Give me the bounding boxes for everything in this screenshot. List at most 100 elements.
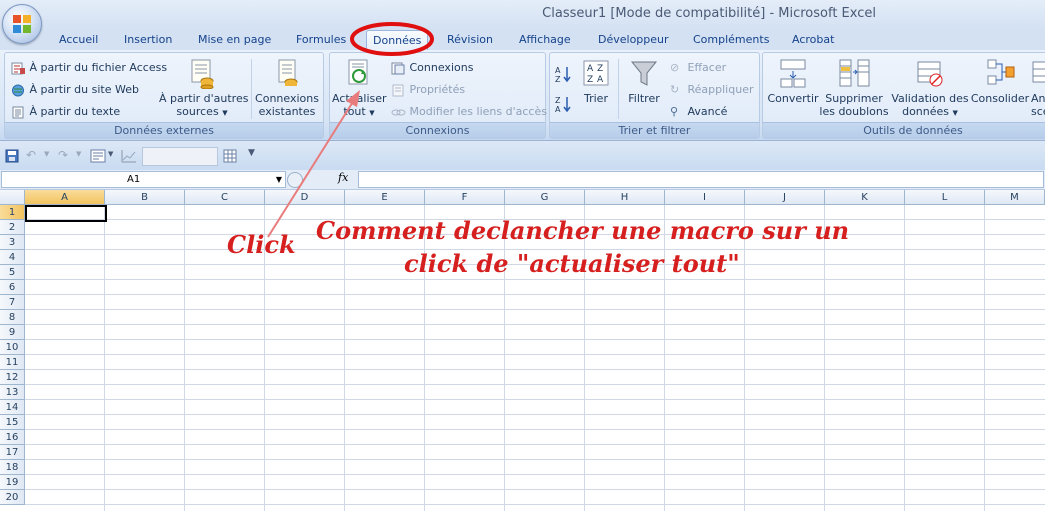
connections-button[interactable]: Connexions [391, 61, 473, 75]
text-to-columns-button[interactable]: Convertir [767, 57, 819, 105]
dropdown-arrow-icon[interactable]: ▼ [44, 150, 49, 158]
chart-icon[interactable] [121, 149, 137, 163]
svg-text:Z: Z [555, 96, 561, 105]
name-box[interactable]: A1 ▼ [1, 171, 286, 188]
web-icon [12, 84, 24, 96]
formula-input[interactable] [358, 171, 1044, 188]
sort-az-icon[interactable]: AZ [554, 65, 572, 83]
clear-filter-button[interactable]: ⊘ Effacer [670, 61, 726, 74]
column-header[interactable]: B [105, 190, 185, 205]
from-access-button[interactable]: À partir du fichier Access [11, 61, 167, 75]
separator [618, 59, 619, 119]
tab-revision[interactable]: Révision [447, 33, 493, 46]
row-header[interactable]: 12 [0, 370, 25, 385]
sort-button[interactable]: AZZA Trier [576, 59, 616, 105]
from-text-button[interactable]: À partir du texte [11, 105, 120, 119]
row-header[interactable]: 3 [0, 235, 25, 250]
row-header[interactable]: 11 [0, 355, 25, 370]
group-label-sort: Trier et filtrer [550, 122, 759, 138]
row-header[interactable]: 20 [0, 490, 25, 505]
data-validation-icon [917, 61, 943, 87]
what-if-analysis-button[interactable]: An sce [1031, 57, 1045, 118]
from-web-button[interactable]: À partir du site Web [11, 83, 139, 97]
table-icon[interactable] [223, 149, 237, 163]
svg-text:Z: Z [555, 75, 561, 83]
redo-icon[interactable]: ↷ [58, 148, 68, 162]
dropdown-arrow-icon[interactable]: ▼ [76, 150, 81, 158]
reapply-icon: ↻ [670, 83, 680, 96]
advanced-filter-button[interactable]: ⚲ Avancé [670, 105, 727, 118]
filter-label: Filtrer [628, 92, 660, 105]
tab-insertion[interactable]: Insertion [124, 33, 172, 46]
row-header[interactable]: 17 [0, 445, 25, 460]
active-cell-a1[interactable] [25, 205, 107, 222]
column-header[interactable]: K [825, 190, 905, 205]
save-icon[interactable] [5, 149, 19, 163]
tab-mise-en-page[interactable]: Mise en page [198, 33, 271, 46]
reapply-filter-button[interactable]: ↻ Réappliquer [670, 83, 753, 96]
column-header[interactable]: M [985, 190, 1045, 205]
edit-links-label: Modifier les liens d'accès [409, 105, 547, 118]
properties-icon [392, 84, 404, 96]
properties-button[interactable]: Propriétés [391, 83, 465, 97]
tab-developpeur[interactable]: Développeur [598, 33, 669, 46]
row-header[interactable]: 8 [0, 310, 25, 325]
data-validation-button[interactable]: Validation des données ▼ [891, 57, 969, 120]
reapply-label: Réappliquer [687, 83, 754, 96]
row-header[interactable]: 13 [0, 385, 25, 400]
svg-text:A: A [555, 105, 561, 113]
row-header[interactable]: 6 [0, 280, 25, 295]
column-header[interactable]: F [425, 190, 505, 205]
svg-text:A: A [597, 75, 604, 85]
row-header[interactable]: 18 [0, 460, 25, 475]
what-if-label-1: An [1031, 92, 1045, 105]
tab-formules[interactable]: Formules [296, 33, 346, 46]
column-header[interactable]: C [185, 190, 265, 205]
row-header[interactable]: 1 [0, 205, 25, 220]
row-header[interactable]: 16 [0, 430, 25, 445]
dropdown-arrow-icon[interactable]: ▼ [108, 150, 113, 158]
edit-links-button[interactable]: Modifier les liens d'accès [391, 105, 547, 119]
column-header[interactable]: A [25, 190, 105, 205]
column-header[interactable]: H [585, 190, 665, 205]
row-header[interactable]: 4 [0, 250, 25, 265]
title-bar: Classeur1 [Mode de compatibilité] - Micr… [0, 0, 1045, 30]
office-logo-icon [13, 15, 31, 33]
tab-affichage[interactable]: Affichage [519, 33, 571, 46]
column-header[interactable]: G [505, 190, 585, 205]
row-header[interactable]: 7 [0, 295, 25, 310]
column-header[interactable]: L [905, 190, 985, 205]
select-all-corner[interactable] [0, 190, 25, 205]
row-header[interactable]: 15 [0, 415, 25, 430]
dropdown-arrow-icon: ▼ [222, 109, 228, 117]
row-header[interactable]: 14 [0, 400, 25, 415]
quick-access-combo[interactable] [142, 147, 218, 166]
svg-text:A: A [555, 66, 561, 75]
column-header[interactable]: I [665, 190, 745, 205]
column-header[interactable]: J [745, 190, 825, 205]
customize-qat-icon[interactable]: ▼ [248, 148, 255, 158]
form-icon[interactable] [90, 149, 106, 163]
annotation-arrow [267, 90, 360, 238]
remove-duplicates-button[interactable]: Supprimer les doublons [819, 57, 889, 118]
undo-icon[interactable]: ↶ [26, 148, 36, 162]
row-header[interactable]: 2 [0, 220, 25, 235]
row-header[interactable]: 9 [0, 325, 25, 340]
text-file-icon [12, 106, 24, 118]
tab-acrobat[interactable]: Acrobat [792, 33, 834, 46]
filter-button[interactable]: Filtrer [622, 59, 666, 105]
sort-za-icon[interactable]: ZA [554, 95, 572, 113]
tab-complements[interactable]: Compléments [693, 33, 769, 46]
sort-dialog-icon: A ZZ A [583, 60, 609, 86]
data-validation-label-1: Validation des [891, 92, 969, 105]
row-header[interactable]: 10 [0, 340, 25, 355]
consolidate-button[interactable]: Consolider [969, 57, 1031, 105]
chain-link-icon [391, 109, 406, 115]
svg-text:Z: Z [587, 75, 593, 85]
office-button[interactable] [2, 4, 42, 44]
consolidate-label: Consolider [970, 92, 1030, 105]
row-header[interactable]: 5 [0, 265, 25, 280]
other-sources-button[interactable]: À partir d'autres sources ▼ [159, 57, 248, 120]
row-header[interactable]: 19 [0, 475, 25, 490]
tab-accueil[interactable]: Accueil [59, 33, 98, 46]
